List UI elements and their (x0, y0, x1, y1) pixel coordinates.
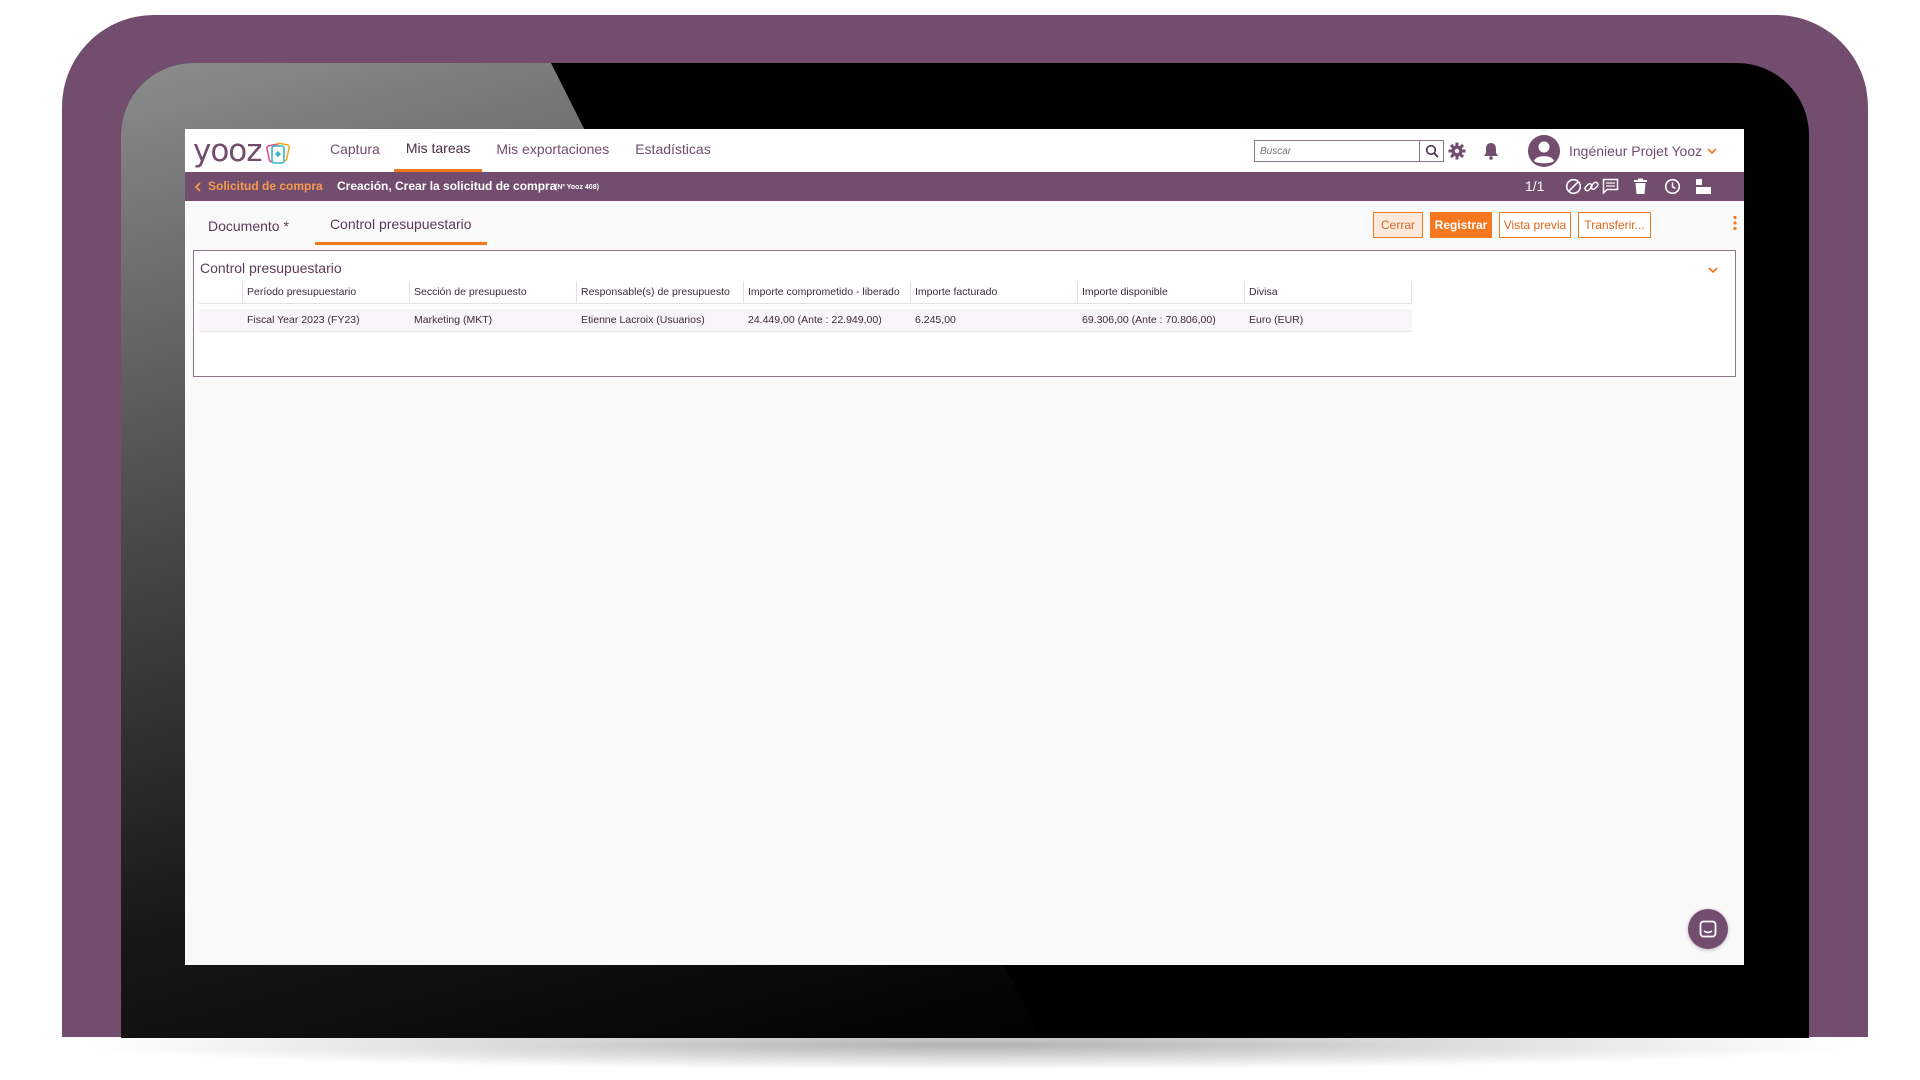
table-row[interactable]: Fiscal Year 2023 (FY23) Marketing (MKT) … (199, 309, 1412, 332)
table-cell: Euro (EUR) (1249, 314, 1304, 326)
layout-icon (1696, 179, 1711, 194)
close-button[interactable]: Cerrar (1373, 212, 1423, 238)
yooz-id: (Nº Yooz 408) (555, 184, 599, 191)
clock-icon (1664, 178, 1681, 195)
history-button[interactable] (1664, 178, 1681, 195)
column-header[interactable]: Período presupuestario (243, 281, 410, 303)
search-icon (1425, 144, 1439, 158)
search-button[interactable] (1420, 140, 1444, 162)
link-icon (1584, 181, 1599, 192)
link-button[interactable] (1583, 178, 1600, 195)
settings-button[interactable] (1448, 142, 1466, 160)
nav-item-estadisticas[interactable]: Estadísticas (623, 129, 722, 172)
table-cell: 6.245,00 (915, 314, 956, 326)
bell-icon (1484, 143, 1498, 160)
user-menu[interactable]: Ingénieur Projet Yooz (1527, 133, 1718, 169)
chat-launcher-button[interactable] (1688, 909, 1728, 949)
table-cell: Marketing (MKT) (414, 314, 493, 326)
transfer-button[interactable]: Transferir... (1578, 212, 1651, 238)
reject-button[interactable] (1565, 178, 1582, 195)
task-title: Creación, Crear la solicitud de compra (337, 179, 557, 193)
nav-item-mis-exportaciones[interactable]: Mis exportaciones (484, 129, 621, 172)
yooz-logo[interactable]: yooz (193, 133, 292, 169)
panel-title: Control presupuestario (200, 260, 342, 276)
column-header[interactable]: Sección de presupuesto (410, 281, 577, 303)
table-header: Período presupuestario Sección de presup… (199, 281, 1412, 304)
save-button[interactable]: Registrar (1430, 212, 1492, 238)
column-header[interactable]: Importe disponible (1078, 281, 1245, 303)
collapse-panel-button[interactable] (1707, 263, 1719, 278)
tab-control-presupuestario[interactable]: Control presupuestario (314, 209, 487, 245)
table-header-spacer (199, 281, 243, 303)
main-nav: Captura Mis tareas Mis exportaciones Est… (318, 129, 725, 172)
user-name: Ingénieur Projet Yooz (1569, 143, 1703, 159)
table-cell: 69.306,00 (Ante : 70.806,00) (1082, 314, 1216, 326)
budget-control-panel: Control presupuestario Período presupues… (193, 250, 1736, 377)
search-input[interactable] (1254, 140, 1420, 162)
nav-item-mis-tareas[interactable]: Mis tareas (393, 129, 483, 172)
column-header[interactable]: Importe comprometido - liberado (744, 281, 911, 303)
tab-documento[interactable]: Documento * (193, 209, 304, 245)
preview-button[interactable]: Vista previa (1499, 212, 1571, 238)
chevron-down-icon (1708, 267, 1718, 274)
delete-button[interactable] (1633, 178, 1648, 195)
document-tabs: Documento * Control presupuestario (193, 209, 498, 245)
logo-text: yooz (193, 133, 263, 169)
chat-icon (1699, 920, 1717, 938)
gear-icon (1448, 142, 1466, 160)
column-header[interactable]: Importe facturado (911, 281, 1078, 303)
logo-cards-icon (265, 141, 292, 168)
chevron-down-icon (1707, 148, 1717, 155)
table-cell: 24.449,00 (Ante : 22.949,00) (748, 314, 882, 326)
kebab-icon (1733, 215, 1737, 231)
pager: 1/1 (1525, 178, 1545, 194)
top-bar: yooz Captura Mis tareas Mis exportacione… (185, 129, 1744, 172)
table-row-spacer (199, 309, 243, 331)
more-actions-button[interactable] (1732, 215, 1738, 234)
column-header[interactable]: Divisa (1245, 281, 1412, 303)
yooz-app-window: yooz Captura Mis tareas Mis exportacione… (185, 129, 1744, 965)
table-cell: Fiscal Year 2023 (FY23) (247, 314, 360, 326)
nav-item-captura[interactable]: Captura (318, 129, 392, 172)
chevron-left-icon (194, 181, 201, 192)
comment-icon (1602, 178, 1619, 195)
back-link[interactable]: Solicitud de compra (193, 172, 323, 201)
context-bar: Solicitud de compra Creación, Crear la s… (185, 172, 1744, 201)
block-icon (1565, 178, 1582, 195)
column-header[interactable]: Responsable(s) de presupuesto (577, 281, 744, 303)
back-link-label: Solicitud de compra (208, 179, 323, 193)
table-cell: Etienne Lacroix (Usuarios) (581, 314, 705, 326)
user-avatar-icon (1528, 135, 1560, 167)
search-box (1254, 140, 1444, 162)
notifications-button[interactable] (1483, 142, 1499, 160)
trash-icon (1634, 178, 1647, 194)
comments-button[interactable] (1602, 178, 1619, 195)
layout-toggle-button[interactable] (1695, 178, 1712, 195)
